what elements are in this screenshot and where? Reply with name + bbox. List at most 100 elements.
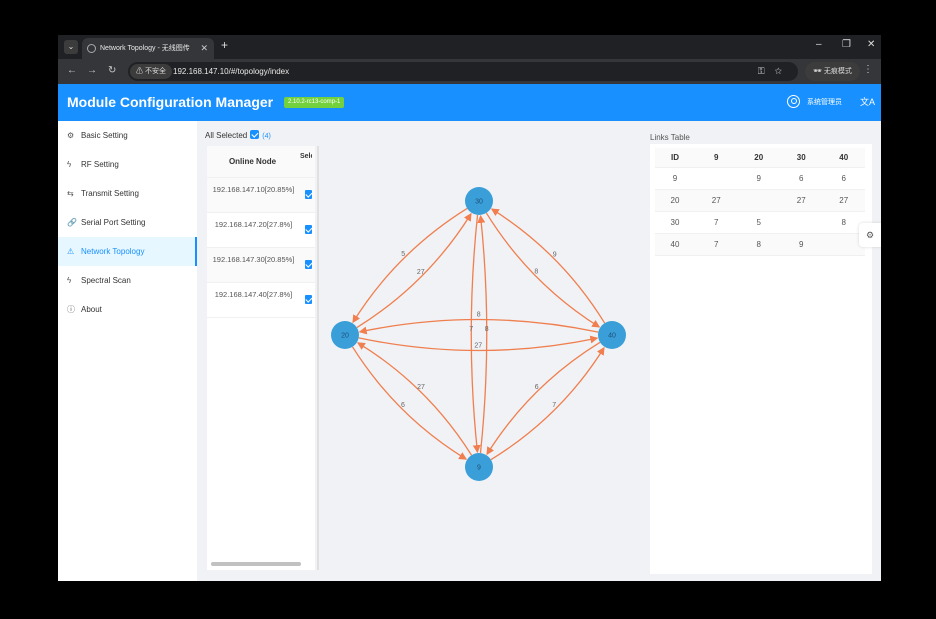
sidebar-item-spectral-scan[interactable]: ϟ Spectral Scan — [58, 266, 197, 295]
table-row: 192.168.147.40[27.8%] — [207, 283, 315, 318]
sidebar-item-serial-port-setting[interactable]: 🔗 Serial Port Setting — [58, 208, 197, 237]
table-row: 9966 — [655, 167, 865, 190]
sidebar-item-icon: ⚠ — [67, 247, 75, 256]
table-row: 192.168.147.30[20.85%] — [207, 248, 315, 283]
sidebar-item-network-topology[interactable]: ⚠ Network Topology — [58, 237, 197, 266]
topology-node[interactable]: 20 — [331, 321, 359, 349]
topology-node[interactable]: 9 — [465, 453, 493, 481]
sidebar-item-label: About — [81, 305, 102, 314]
edge-label: 7 — [469, 326, 473, 333]
node-panel: All Selected (4) Online Node Select 192.1… — [205, 130, 319, 573]
tab-search-icon[interactable]: ⌄ — [64, 40, 78, 54]
tab-close-icon[interactable]: ✕ — [200, 38, 208, 59]
sidebar-item-transmit-setting[interactable]: ⇆ Transmit Setting — [58, 179, 197, 208]
browser-tab[interactable]: Network Topology - 无线图传 ✕ — [82, 38, 214, 59]
topology-edge — [356, 342, 473, 456]
topology-edge — [490, 208, 606, 324]
insecure-badge[interactable]: ⚠ 不安全 — [130, 64, 172, 79]
links-cell: 27 — [780, 189, 823, 212]
user-name[interactable]: 系统管理员 — [807, 97, 842, 107]
star-icon[interactable]: ☆ — [775, 66, 792, 76]
node-select-checkbox[interactable] — [305, 260, 312, 269]
topology-edge — [470, 214, 481, 454]
topology-edge — [351, 346, 468, 460]
links-cell — [695, 167, 738, 190]
incognito-label: 无痕模式 — [823, 68, 852, 75]
node-ip: 192.168.147.40[27.8%] — [214, 290, 293, 299]
links-panel: ID 9 20 30 40 9 9 6 6 20 27 27 27 30 7 5 8 40 7 8 9 — [650, 144, 872, 574]
settings-float-icon[interactable]: ⚙ — [859, 223, 881, 247]
links-cell: 7 — [695, 211, 738, 234]
edge-label: 27 — [474, 342, 482, 349]
links-cell: 6 — [822, 167, 865, 190]
node-label: 40 — [608, 333, 616, 340]
sidebar-item-label: Basic Setting — [81, 131, 128, 140]
topology-node[interactable]: 30 — [465, 187, 493, 215]
user-icon[interactable] — [787, 95, 800, 108]
links-col-header: 40 — [822, 148, 865, 168]
node-label: 30 — [475, 199, 483, 206]
back-icon[interactable]: ← — [67, 65, 77, 76]
node-ip: 192.168.147.10[20.85%] — [212, 185, 295, 194]
online-node-table: Online Node Select 192.168.147.10[20.85%… — [207, 146, 315, 570]
sidebar-item-label: Transmit Setting — [81, 189, 139, 198]
edge-label: 6 — [401, 402, 405, 409]
topology-node[interactable]: 40 — [598, 321, 626, 349]
new-tab-button[interactable]: + — [221, 38, 228, 52]
links-cell: 7 — [695, 233, 738, 256]
sidebar-item-rf-setting[interactable]: ϟ RF Setting — [58, 150, 197, 179]
links-col-header: 20 — [737, 148, 780, 168]
node-select-checkbox[interactable] — [305, 190, 312, 199]
menu-kebab-icon[interactable]: ⋮ — [863, 64, 873, 75]
links-cell: 20 — [655, 189, 695, 212]
language-icon[interactable]: 文A — [860, 95, 875, 108]
table-row: 192.168.147.10[20.85%] — [207, 178, 315, 213]
links-cell: 6 — [780, 167, 823, 190]
all-selected-checkbox[interactable] — [250, 130, 260, 139]
node-select-checkbox[interactable] — [305, 225, 312, 234]
links-table: ID 9 20 30 40 9 9 6 6 20 27 27 27 30 7 5 8 40 7 8 9 — [655, 148, 865, 256]
edge-label: 8 — [534, 269, 538, 276]
edge-label: 7 — [552, 402, 556, 409]
key-icon[interactable]: ⚿ — [758, 66, 775, 76]
node-ip: 192.168.147.30[20.85%] — [212, 255, 295, 264]
sidebar-item-about[interactable]: ⓘ About — [58, 295, 197, 324]
edge-label: 9 — [553, 251, 557, 258]
edge-label: 27 — [417, 384, 425, 391]
topology-edge — [490, 346, 605, 461]
sidebar-item-icon: ⇆ — [67, 189, 74, 198]
links-cell — [780, 211, 823, 234]
edge-label: 8 — [477, 312, 481, 319]
close-window-button[interactable]: ✕ — [867, 39, 875, 50]
edge-label: 27 — [417, 269, 425, 276]
sidebar-item-basic-setting[interactable]: ⚙ Basic Setting — [58, 121, 197, 150]
horizontal-scrollbar[interactable] — [211, 562, 301, 566]
sidebar-item-icon: ⚙ — [67, 131, 75, 140]
address-bar: ← → ↻ ⚠ 不安全 192.168.147.10/#/topology/in… — [58, 59, 881, 84]
links-cell: 9 — [780, 233, 823, 256]
forward-icon[interactable]: → — [87, 65, 97, 76]
panel-divider[interactable] — [317, 146, 319, 570]
reload-icon[interactable]: ↻ — [108, 65, 116, 76]
browser-window: ⌄ Network Topology - 无线图传 ✕ + – ❐ ✕ ← → … — [58, 35, 881, 581]
links-cell — [737, 189, 780, 212]
app: Module Configuration Manager 2.10.2-rc13… — [58, 84, 881, 581]
table-row: 30 7 5 8 — [655, 211, 865, 234]
sidebar-item-icon: ϟ — [67, 160, 72, 169]
omnibox[interactable]: ⚠ 不安全 192.168.147.10/#/topology/index ⚿☆ — [128, 62, 798, 81]
node-select-checkbox[interactable] — [305, 295, 312, 304]
minimize-button[interactable]: – — [816, 39, 822, 50]
sidebar-item-label: RF Setting — [81, 160, 119, 169]
links-cell: 27 — [822, 189, 865, 212]
sidebar-item-label: Network Topology — [81, 247, 145, 256]
edge-label: 6 — [535, 384, 539, 391]
node-ip: 192.168.147.20[27.8%] — [214, 220, 293, 229]
tab-title: Network Topology - 无线图传 — [100, 45, 190, 52]
sidebar-item-label: Serial Port Setting — [81, 218, 146, 227]
incognito-icon: 🕶 — [813, 68, 824, 75]
incognito-badge[interactable]: 🕶 无痕模式 — [805, 62, 860, 81]
maximize-button[interactable]: ❐ — [842, 39, 851, 50]
links-col-header: 9 — [695, 148, 738, 168]
all-selected[interactable]: All Selected (4) — [205, 130, 271, 143]
url-text[interactable]: 192.168.147.10/#/topology/index — [173, 62, 289, 81]
